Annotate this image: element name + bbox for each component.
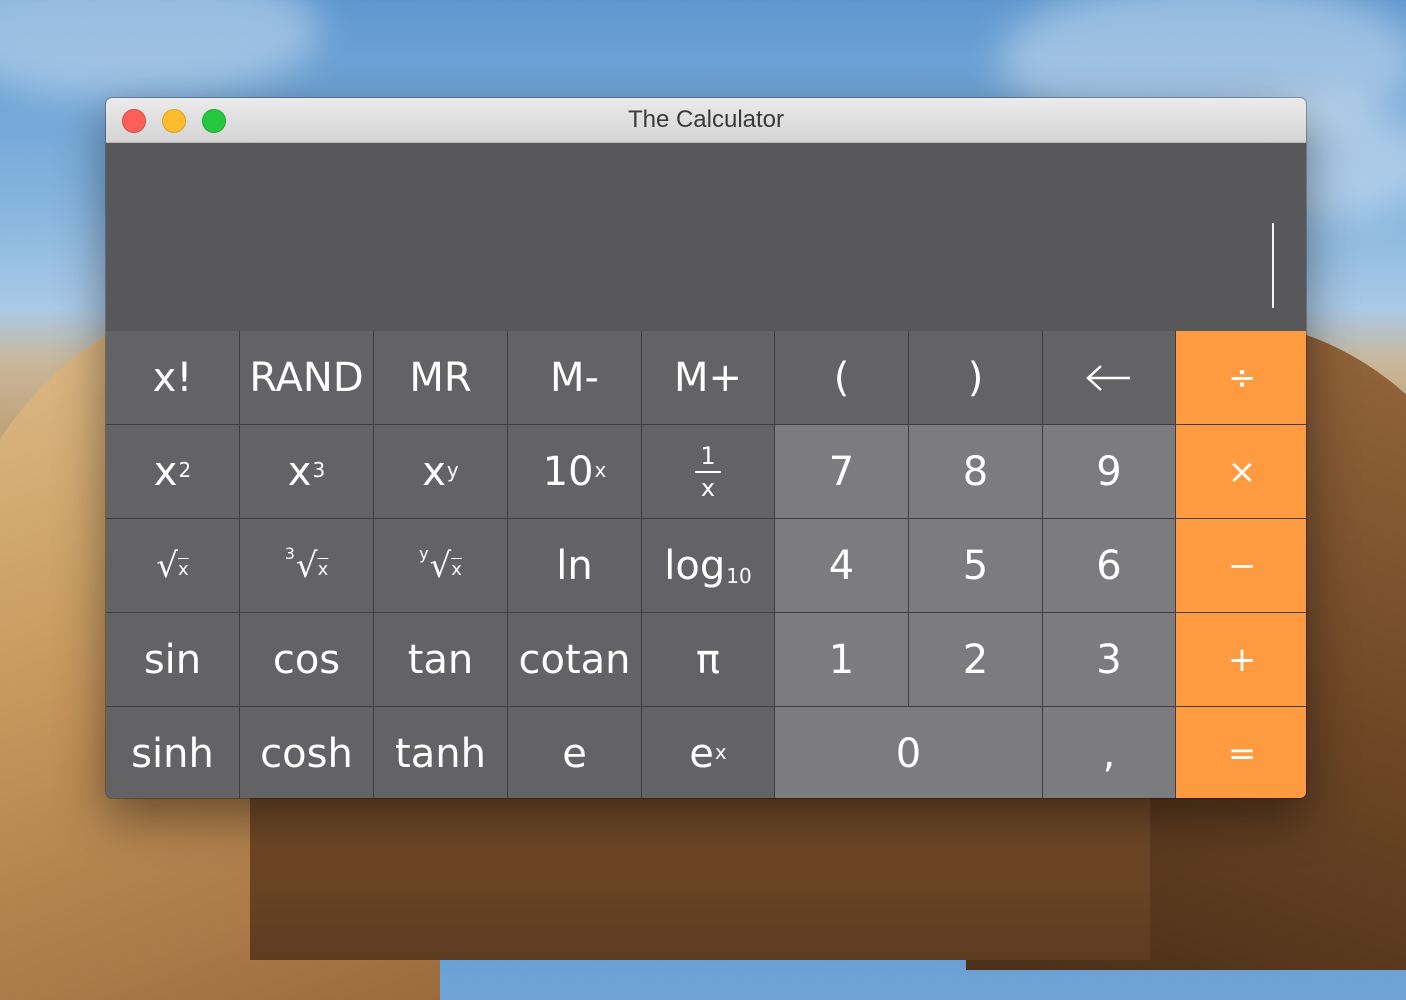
ten-power-exponent: x bbox=[594, 457, 607, 482]
square-exponent: 2 bbox=[178, 457, 192, 482]
cube-root-key[interactable]: 3 √ x bbox=[240, 519, 373, 612]
digit-1-key[interactable]: 1 bbox=[775, 613, 908, 706]
open-paren-key[interactable]: ( bbox=[775, 331, 908, 424]
cube-root-symbol: 3 √ x bbox=[284, 544, 329, 586]
backspace-key[interactable] bbox=[1043, 331, 1175, 424]
cotan-key[interactable]: cotan bbox=[508, 613, 641, 706]
pi-key[interactable]: π bbox=[642, 613, 774, 706]
power-base: x bbox=[422, 448, 446, 495]
title-bar[interactable]: The Calculator bbox=[106, 98, 1306, 143]
ten-power-base: 10 bbox=[542, 448, 594, 495]
log10-key[interactable]: log 10 bbox=[642, 519, 774, 612]
cosh-key[interactable]: cosh bbox=[240, 707, 373, 798]
cos-key[interactable]: cos bbox=[240, 613, 373, 706]
cube-base: x bbox=[287, 448, 312, 495]
radical-sign: √ bbox=[429, 545, 452, 586]
keypad: x! RAND MR M- M+ ( ) ÷ x2 x3 xy 10 x 1 x… bbox=[106, 331, 1306, 798]
memory-plus-key[interactable]: M+ bbox=[642, 331, 774, 424]
reciprocal-fraction: 1 x bbox=[695, 443, 721, 501]
nth-root-key[interactable]: y √ x bbox=[374, 519, 507, 612]
window-title: The Calculator bbox=[627, 106, 785, 133]
square-root-symbol: √ x bbox=[156, 546, 188, 586]
add-key[interactable]: + bbox=[1176, 613, 1306, 706]
divide-key[interactable]: ÷ bbox=[1176, 331, 1306, 424]
exp-base: e bbox=[689, 730, 714, 777]
reciprocal-numerator: 1 bbox=[700, 441, 716, 470]
root-index: y bbox=[419, 544, 429, 563]
subtract-key[interactable]: − bbox=[1176, 519, 1306, 612]
tan-key[interactable]: tan bbox=[374, 613, 507, 706]
sin-key[interactable]: sin bbox=[106, 613, 239, 706]
rand-key[interactable]: RAND bbox=[240, 331, 373, 424]
digit-7-key[interactable]: 7 bbox=[775, 425, 908, 518]
square-base: x bbox=[153, 448, 178, 495]
digit-9-key[interactable]: 9 bbox=[1043, 425, 1175, 518]
radical-sign: √ bbox=[295, 545, 318, 586]
log-base-subscript: 10 bbox=[726, 563, 752, 588]
power-exponent: y bbox=[446, 457, 459, 482]
square-key[interactable]: x2 bbox=[106, 425, 239, 518]
euler-key[interactable]: e bbox=[508, 707, 641, 798]
cube-key[interactable]: x3 bbox=[240, 425, 373, 518]
multiply-key[interactable]: × bbox=[1176, 425, 1306, 518]
digit-6-key[interactable]: 6 bbox=[1043, 519, 1175, 612]
digit-5-key[interactable]: 5 bbox=[909, 519, 1042, 612]
digit-3-key[interactable]: 3 bbox=[1043, 613, 1175, 706]
digit-8-key[interactable]: 8 bbox=[909, 425, 1042, 518]
log-label: log bbox=[664, 542, 726, 589]
reciprocal-denominator: x bbox=[700, 473, 716, 502]
equals-key[interactable]: = bbox=[1176, 707, 1306, 798]
tanh-key[interactable]: tanh bbox=[374, 707, 507, 798]
exp-exponent: x bbox=[714, 739, 727, 764]
memory-minus-key[interactable]: M- bbox=[508, 331, 641, 424]
sinh-key[interactable]: sinh bbox=[106, 707, 239, 798]
natural-log-key[interactable]: ln bbox=[508, 519, 641, 612]
comma-key[interactable]: , bbox=[1043, 707, 1175, 798]
factorial-key[interactable]: x! bbox=[106, 331, 239, 424]
memory-recall-key[interactable]: MR bbox=[374, 331, 507, 424]
digit-0-key[interactable]: 0 bbox=[775, 707, 1042, 798]
radicand: x bbox=[178, 559, 189, 580]
close-paren-key[interactable]: ) bbox=[909, 331, 1042, 424]
power-key[interactable]: xy bbox=[374, 425, 507, 518]
reciprocal-key[interactable]: 1 x bbox=[642, 425, 774, 518]
radicand: x bbox=[317, 559, 329, 580]
exp-key[interactable]: ex bbox=[642, 707, 774, 798]
display[interactable] bbox=[106, 143, 1306, 331]
nth-root-symbol: y √ x bbox=[419, 544, 462, 586]
digit-4-key[interactable]: 4 bbox=[775, 519, 908, 612]
radicand: x bbox=[451, 559, 462, 580]
calculator-window: The Calculator x! RAND MR M- M+ ( ) ÷ x2… bbox=[106, 98, 1306, 798]
radical-sign: √ bbox=[156, 545, 178, 586]
digit-2-key[interactable]: 2 bbox=[909, 613, 1042, 706]
text-cursor bbox=[1272, 223, 1274, 308]
fraction-bar bbox=[695, 470, 721, 473]
cube-exponent: 3 bbox=[312, 457, 326, 482]
square-root-key[interactable]: √ x bbox=[106, 519, 239, 612]
root-index: 3 bbox=[284, 544, 295, 563]
backspace-arrow-icon bbox=[1086, 364, 1130, 391]
ten-power-key[interactable]: 10 x bbox=[508, 425, 641, 518]
